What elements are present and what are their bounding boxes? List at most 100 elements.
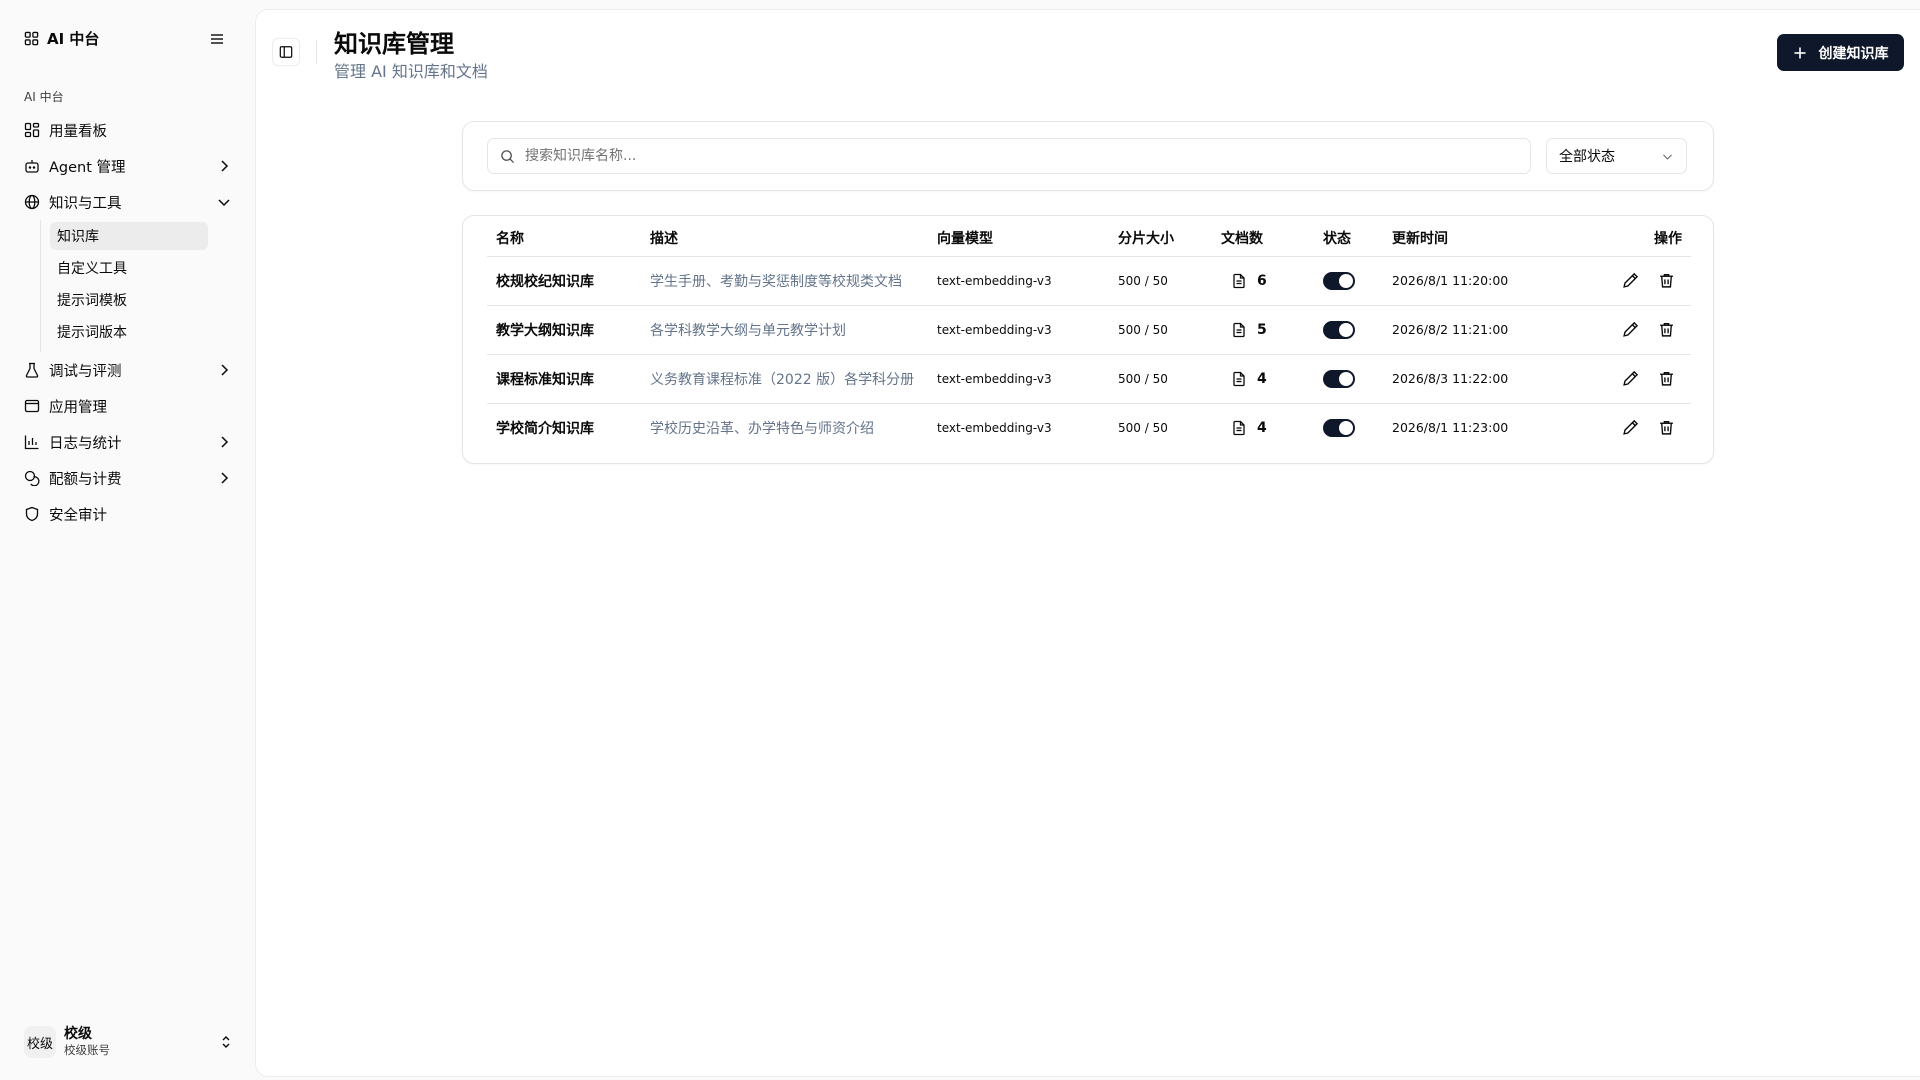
user-menu[interactable]: 校级 校级 校级账号 xyxy=(24,1026,234,1058)
menu-toggle-button[interactable] xyxy=(208,30,226,48)
bar-chart-icon xyxy=(24,435,39,450)
sidebar-item-quota-billing[interactable]: 配额与计费 xyxy=(16,460,240,496)
sidebar-item-label: 安全审计 xyxy=(49,507,107,524)
kb-name: 学校简介知识库 xyxy=(496,420,594,437)
column-header-status: 状态 xyxy=(1323,216,1392,257)
status-filter-select[interactable]: 全部状态 xyxy=(1546,138,1687,174)
toggle-sidebar-button[interactable] xyxy=(272,38,300,66)
column-header-doc-count: 文档数 xyxy=(1221,216,1323,257)
user-role: 校级账号 xyxy=(64,1043,110,1057)
row-actions xyxy=(1572,370,1691,388)
kb-status-toggle[interactable] xyxy=(1323,369,1355,388)
user-name: 校级 xyxy=(64,1026,92,1042)
kb-doc-count: 4 xyxy=(1221,371,1323,387)
sidebar: AI 中台 AI 中台 用量看板 Agent 管理 知识与工具 知识库 自定义工… xyxy=(0,0,256,1080)
search-input[interactable] xyxy=(523,147,1487,165)
globe-icon xyxy=(24,194,40,210)
kb-description: 义务教育课程标准（2022 版）各学科分册 xyxy=(650,354,937,404)
sidebar-subitem-prompt-versions[interactable]: 提示词版本 xyxy=(50,318,208,346)
chevron-down-icon xyxy=(1663,153,1672,160)
dashboard-icon xyxy=(24,122,40,138)
kb-updated-time: 2026/8/2 11:21:00 xyxy=(1392,305,1572,355)
sidebar-nav: 用量看板 Agent 管理 知识与工具 知识库 自定义工具 提示词模板 提示词版… xyxy=(16,112,240,532)
kb-embedding-model: text-embedding-v3 xyxy=(937,305,1118,355)
sidebar-item-app-management[interactable]: 应用管理 xyxy=(16,388,240,424)
create-knowledge-base-button[interactable]: 创建知识库 xyxy=(1777,34,1904,71)
file-text-icon xyxy=(1233,322,1245,337)
delete-button[interactable] xyxy=(1658,272,1676,290)
kb-chunk-size: 500 / 50 xyxy=(1118,354,1221,404)
column-header-actions: 操作 xyxy=(1572,216,1691,257)
sidebar-item-label: 配额与计费 xyxy=(49,471,122,488)
plus-icon xyxy=(1794,47,1805,58)
kb-updated-time: 2026/8/1 11:23:00 xyxy=(1392,420,1509,436)
kb-doc-count-value: 4 xyxy=(1257,419,1267,436)
pencil-icon xyxy=(1623,321,1639,337)
chevron-right-icon xyxy=(221,472,229,484)
kb-name: 教学大纲知识库 xyxy=(487,305,650,355)
kb-actions-cell xyxy=(1572,403,1691,452)
table-row: 学校简介知识库 学校历史沿革、办学特色与师资介绍 text-embedding-… xyxy=(487,403,1691,452)
kb-status-cell xyxy=(1323,305,1392,355)
kb-status-toggle[interactable] xyxy=(1323,271,1355,290)
sidebar-item-label: 日志与统计 xyxy=(49,435,122,452)
table-header-row: 名称 描述 向量模型 分片大小 文档数 状态 更新时间 操作 xyxy=(487,216,1691,257)
kb-status-toggle[interactable] xyxy=(1323,418,1355,437)
kb-description: 学校历史沿革、办学特色与师资介绍 xyxy=(650,420,874,437)
create-button-label: 创建知识库 xyxy=(1818,45,1889,62)
trash-icon xyxy=(1660,371,1673,386)
row-actions xyxy=(1572,321,1691,339)
menu-icon xyxy=(211,34,223,44)
table-row: 课程标准知识库 义务教育课程标准（2022 版）各学科分册 text-embed… xyxy=(487,354,1691,404)
page-title: 知识库管理 xyxy=(334,30,454,58)
row-actions xyxy=(1572,272,1691,290)
sidebar-item-logs-stats[interactable]: 日志与统计 xyxy=(16,424,240,460)
kb-description: 各学科教学大纲与单元教学计划 xyxy=(650,305,937,355)
flask-icon xyxy=(25,362,39,378)
header-divider xyxy=(316,40,317,64)
delete-button[interactable] xyxy=(1658,370,1676,388)
kb-actions-cell xyxy=(1572,354,1691,404)
chevrons-up-down-icon xyxy=(222,1036,230,1048)
column-header-embedding-model: 向量模型 xyxy=(937,216,1118,257)
kb-actions-cell xyxy=(1572,305,1691,355)
page-subtitle: 管理 AI 知识库和文档 xyxy=(334,62,488,81)
delete-button[interactable] xyxy=(1658,321,1676,339)
delete-button[interactable] xyxy=(1658,419,1676,437)
kb-status-toggle[interactable] xyxy=(1323,320,1355,339)
user-info: 校级 校级账号 xyxy=(64,1026,110,1058)
sidebar-item-label: 用量看板 xyxy=(49,123,107,140)
kb-doc-count: 6 xyxy=(1221,273,1323,289)
column-header-chunk-size: 分片大小 xyxy=(1118,216,1221,257)
sidebar-item-agent[interactable]: Agent 管理 xyxy=(16,148,240,184)
edit-button[interactable] xyxy=(1622,370,1640,388)
main-content: 知识库管理 管理 AI 知识库和文档 创建知识库 全部状态 名称 xyxy=(256,10,1920,1076)
brand[interactable]: AI 中台 xyxy=(24,28,99,49)
chevron-right-icon xyxy=(221,160,229,172)
sidebar-subitem-custom-tools[interactable]: 自定义工具 xyxy=(50,254,208,282)
sidebar-subitem-prompt-templates[interactable]: 提示词模板 xyxy=(50,286,208,314)
sidebar-subitem-knowledge-base[interactable]: 知识库 xyxy=(50,222,208,250)
kb-updated-time: 2026/8/3 11:22:00 xyxy=(1392,354,1572,404)
sidebar-item-knowledge-tools[interactable]: 知识与工具 xyxy=(16,184,240,220)
kb-actions-cell xyxy=(1572,256,1691,306)
edit-button[interactable] xyxy=(1622,321,1640,339)
shield-icon xyxy=(25,506,39,522)
edit-button[interactable] xyxy=(1622,419,1640,437)
sidebar-item-security-audit[interactable]: 安全审计 xyxy=(16,496,240,532)
kb-doc-count-value: 4 xyxy=(1257,370,1267,387)
kb-embedding-model: text-embedding-v3 xyxy=(937,256,1118,306)
file-text-icon xyxy=(1233,273,1245,288)
brand-name: AI 中台 xyxy=(47,30,100,48)
chevron-down-icon xyxy=(218,199,230,207)
kb-name: 课程标准知识库 xyxy=(487,354,650,404)
kb-chunk-size: 500 / 50 xyxy=(1118,420,1168,435)
bot-icon xyxy=(25,160,39,173)
edit-button[interactable] xyxy=(1622,272,1640,290)
sidebar-item-usage-dashboard[interactable]: 用量看板 xyxy=(16,112,240,148)
sidebar-item-debug-eval[interactable]: 调试与评测 xyxy=(16,352,240,388)
kb-chunk-size: 500 / 50 xyxy=(1118,256,1221,306)
panel-left-icon xyxy=(279,46,293,58)
file-text-icon xyxy=(1233,371,1245,386)
column-header-updated: 更新时间 xyxy=(1392,216,1572,257)
